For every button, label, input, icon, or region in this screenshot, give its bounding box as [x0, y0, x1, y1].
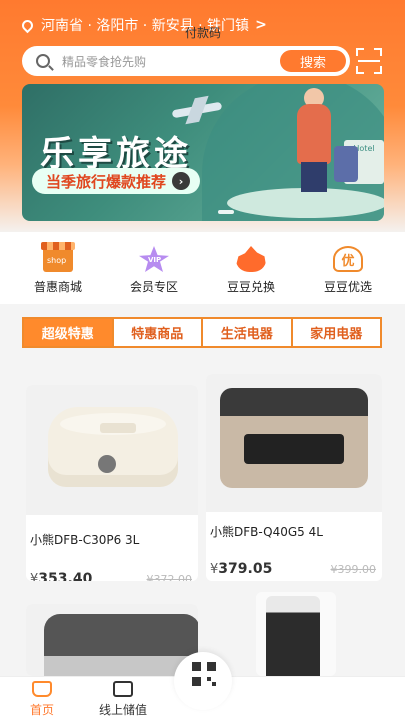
product-old-price: ¥372.00 — [146, 573, 193, 581]
nav-home-label: 首页 — [29, 703, 54, 717]
wallet-card-icon — [113, 681, 133, 697]
category-label: 会员专区 — [129, 280, 178, 294]
nav-wallet-label: 线上储值 — [98, 703, 147, 717]
banner-subtitle: 当季旅行爆款推荐 — [46, 172, 167, 191]
shop-icon: shop — [41, 242, 75, 272]
search-button[interactable]: 搜索 — [280, 50, 346, 72]
luggage-icon — [334, 146, 358, 182]
scan-icon[interactable] — [356, 48, 382, 74]
location-pin-icon — [19, 17, 36, 33]
home-bag-icon — [32, 681, 52, 697]
traveler-figure — [297, 104, 331, 164]
product-card[interactable]: 小熊DFB-Q40G5 4L ¥379.05 ¥399.00 — [206, 374, 382, 581]
category-label: 豆豆兑换 — [226, 280, 275, 294]
product-price: ¥379.05 — [210, 561, 273, 577]
chevron-right-icon: > — [255, 17, 267, 33]
banner-subtitle-pill[interactable]: 当季旅行爆款推荐 › — [32, 168, 201, 194]
product-image — [26, 604, 198, 676]
tab-home-appliances[interactable]: 家用电器 — [293, 319, 381, 346]
product-image — [256, 592, 336, 676]
product-card[interactable] — [256, 592, 336, 676]
product-name: 小熊DFB-Q40G5 4L — [210, 525, 323, 539]
category-label: 普惠商城 — [33, 280, 82, 294]
product-name: 小熊DFB-C30P6 3L — [30, 533, 140, 547]
tab-life-appliances[interactable]: 生活电器 — [203, 319, 293, 346]
location-selector[interactable]: 河南省 · 洛阳市 · 新安县 · 铁门镇 > — [19, 14, 267, 36]
category-shop[interactable]: shop 普惠商城 — [18, 242, 98, 295]
vip-star-icon: VIP — [139, 246, 169, 272]
product-image — [206, 374, 382, 512]
arrow-right-icon: › — [172, 172, 191, 190]
product-old-price: ¥399.00 — [330, 563, 377, 576]
search-input[interactable]: 精品零食抢先购 — [62, 53, 280, 70]
product-card[interactable]: 小熊DFB-C30P6 3L ¥353.40 ¥372.00 — [26, 385, 198, 581]
traveler-legs — [301, 162, 327, 192]
product-image — [26, 385, 198, 515]
nav-pay-code[interactable]: 付款码 — [178, 24, 228, 44]
nav-home[interactable]: 首页 — [22, 677, 62, 720]
category-grid: shop 普惠商城 VIP 会员专区 豆豆兑换 优 豆豆优选 — [0, 232, 405, 304]
airplane-icon — [171, 101, 223, 119]
nav-pay-label: 付款码 — [184, 26, 221, 40]
tab-super-deals[interactable]: 超级特惠 — [24, 319, 114, 346]
product-tabs: 超级特惠 特惠商品 生活电器 家用电器 — [22, 317, 382, 348]
banner-stage — [227, 188, 384, 218]
best-choice-icon: 优 — [333, 246, 363, 272]
product-price: ¥353.40 — [30, 571, 93, 581]
category-bean-exchange[interactable]: 豆豆兑换 — [211, 246, 291, 295]
banner-page-indicator — [218, 210, 234, 214]
nav-online-wallet[interactable]: 线上储值 — [88, 677, 158, 720]
search-bar[interactable]: 精品零食抢先购 搜索 — [22, 46, 350, 76]
qr-code-icon — [192, 662, 216, 686]
category-bean-choice[interactable]: 优 豆豆优选 — [308, 246, 388, 295]
category-label: 豆豆优选 — [323, 280, 372, 294]
tab-special-products[interactable]: 特惠商品 — [114, 319, 203, 346]
category-vip[interactable]: VIP 会员专区 — [114, 246, 194, 295]
promo-banner[interactable]: Hotel 乐享旅途 当季旅行爆款推荐 › — [22, 84, 384, 221]
flame-icon — [236, 246, 266, 272]
product-card[interactable] — [26, 604, 198, 676]
search-icon — [36, 54, 50, 68]
